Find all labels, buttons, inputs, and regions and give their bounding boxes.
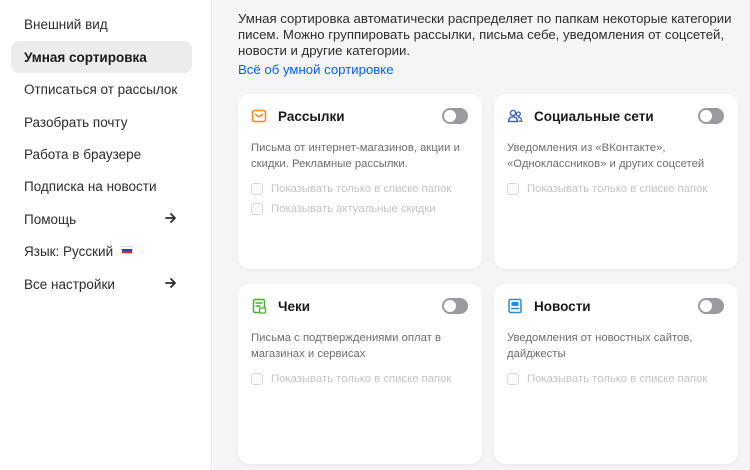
- arrow-right-icon: [165, 278, 176, 288]
- option-show-actual-discounts[interactable]: Показывать актуальные скидки: [251, 203, 436, 215]
- about-smart-sort-link[interactable]: Всё об умной сортировке: [238, 62, 394, 77]
- sidebar-item-label: Все настройки: [24, 276, 115, 292]
- social-networks-toggle[interactable]: [698, 108, 724, 124]
- sidebar-item-language[interactable]: Язык: Русский: [11, 235, 192, 267]
- checkbox[interactable]: [507, 373, 519, 385]
- sidebar-item-label: Подписка на новости: [24, 178, 157, 194]
- sidebar-item-all-settings[interactable]: Все настройки: [11, 268, 192, 300]
- card-description: Уведомления из «ВКонтакте», «Одноклассни…: [507, 142, 705, 170]
- option-show-only-in-folder-list[interactable]: Показывать только в списке папок: [507, 373, 707, 385]
- settings-sidebar: Внешний вид Умная сортировка Отписаться …: [0, 0, 212, 470]
- option-label: Показывать только в списке папок: [271, 183, 452, 195]
- option-label: Показывать только в списке папок: [527, 373, 708, 385]
- toggle-knob: [700, 110, 712, 122]
- receipt-icon: [252, 298, 267, 314]
- sidebar-item-smart-sort[interactable]: Умная сортировка: [11, 41, 192, 73]
- sidebar-item-help[interactable]: Помощь: [11, 203, 192, 235]
- sidebar-item-label: Умная сортировка: [24, 49, 147, 65]
- option-label: Показывать только в списке папок: [271, 373, 452, 385]
- newsletters-toggle[interactable]: [442, 108, 468, 124]
- option-show-only-in-folder-list[interactable]: Показывать только в списке папок: [251, 373, 451, 385]
- option-label: Показывать только в списке папок: [527, 183, 708, 195]
- option-show-only-in-folder-list[interactable]: Показывать только в списке папок: [251, 183, 451, 195]
- card-description: Письма с подтверждениями оплат в магазин…: [251, 332, 441, 360]
- card-newsletters: Рассылки Письма от интернет-магазинов, а…: [238, 94, 482, 269]
- sidebar-item-label: Внешний вид: [24, 16, 108, 32]
- news-icon: [508, 298, 522, 314]
- card-title: Социальные сети: [534, 109, 654, 124]
- card-title: Новости: [534, 299, 591, 314]
- sidebar-item-label: Отписаться от рассылок: [24, 81, 178, 97]
- sidebar-item-label: Разобрать почту: [24, 114, 128, 130]
- sidebar-item-label: Язык: Русский: [24, 243, 114, 259]
- card-social-networks: Социальные сети Уведомления из «ВКонтакт…: [494, 94, 738, 269]
- smart-sort-panel: Умная сортировка автоматически распредел…: [213, 0, 750, 470]
- sidebar-item-browser[interactable]: Работа в браузере: [11, 138, 192, 170]
- card-title: Рассылки: [278, 109, 345, 124]
- newsletter-icon: [251, 109, 267, 123]
- intro-text: Умная сортировка автоматически распредел…: [238, 11, 732, 58]
- checkbox[interactable]: [507, 183, 519, 195]
- sidebar-item-unsubscribe[interactable]: Отписаться от рассылок: [11, 73, 192, 105]
- card-description: Уведомления от новостных сайтов, дайджес…: [507, 332, 693, 360]
- checkbox[interactable]: [251, 203, 263, 215]
- sidebar-item-appearance[interactable]: Внешний вид: [11, 8, 192, 40]
- card-receipts: Чеки Письма с подтверждениями оплат в ма…: [238, 284, 482, 464]
- checkbox[interactable]: [251, 183, 263, 195]
- social-people-icon: [507, 109, 523, 123]
- sidebar-item-sort-mail[interactable]: Разобрать почту: [11, 106, 192, 138]
- toggle-knob: [444, 300, 456, 312]
- sidebar-item-news-subscription[interactable]: Подписка на новости: [11, 170, 192, 202]
- option-label: Показывать актуальные скидки: [271, 203, 436, 215]
- card-description: Письма от интернет-магазинов, акции и ск…: [251, 142, 460, 170]
- russia-flag-icon: [121, 246, 134, 254]
- sidebar-item-label: Помощь: [24, 211, 77, 227]
- option-show-only-in-folder-list[interactable]: Показывать только в списке папок: [507, 183, 707, 195]
- checkbox[interactable]: [251, 373, 263, 385]
- receipts-toggle[interactable]: [442, 298, 468, 314]
- toggle-knob: [444, 110, 456, 122]
- card-title: Чеки: [278, 299, 311, 314]
- news-toggle[interactable]: [698, 298, 724, 314]
- arrow-right-icon: [165, 213, 176, 223]
- card-news: Новости Уведомления от новостных сайтов,…: [494, 284, 738, 464]
- sidebar-item-label: Работа в браузере: [24, 146, 142, 162]
- toggle-knob: [700, 300, 712, 312]
